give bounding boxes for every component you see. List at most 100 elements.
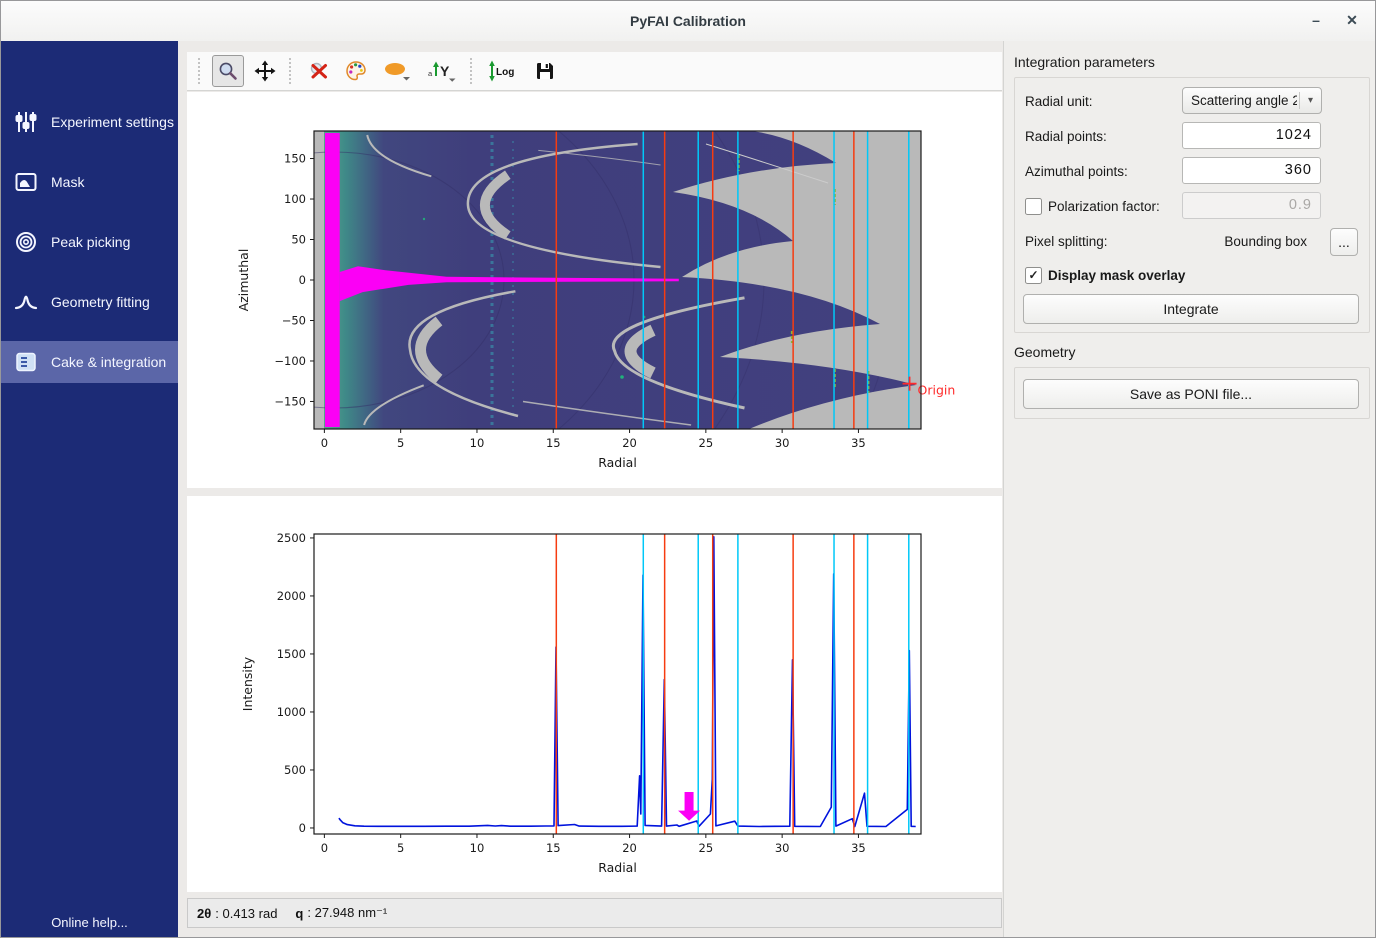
sidebar-item-experiment-settings[interactable]: Experiment settings (1, 101, 178, 143)
svg-text:50: 50 (291, 233, 306, 247)
svg-text:1500: 1500 (277, 647, 306, 661)
toolbar-handle (289, 58, 295, 84)
svg-text:2000: 2000 (277, 589, 306, 603)
svg-text:0: 0 (299, 821, 306, 835)
zoom-cancel-icon (308, 60, 330, 82)
palette-icon (345, 60, 367, 82)
svg-text:35: 35 (851, 841, 866, 855)
save-figure-button[interactable] (529, 55, 561, 87)
sidebar-item-mask[interactable]: Mask (1, 161, 178, 203)
svg-text:25: 25 (699, 841, 714, 855)
azimuthal-points-label: Azimuthal points: (1025, 164, 1128, 179)
online-help-link[interactable]: Online help... (1, 915, 178, 930)
radial-points-input[interactable]: 1024 (1182, 122, 1321, 149)
intensity-plot-canvas[interactable]: 0510152025303505001000150020002500Radial… (187, 496, 1002, 892)
concentric-rings-icon (14, 230, 38, 254)
center-panel: a Y Log (178, 41, 1003, 937)
svg-text:Radial: Radial (598, 455, 637, 470)
sidebar: Experiment settings Mask Peak picking (1, 41, 178, 937)
svg-text:0: 0 (321, 436, 328, 450)
plot-toolbar: a Y Log (187, 52, 1002, 91)
svg-text:Y: Y (440, 63, 450, 79)
svg-text:−150: −150 (274, 394, 306, 408)
svg-text:30: 30 (775, 436, 790, 450)
y-axis-icon: a Y (427, 59, 457, 83)
integration-groupbox: Radial unit: Scattering angle 2θ ▾ Radia… (1014, 77, 1370, 333)
colormap-button[interactable] (340, 55, 372, 87)
pan-tool-button[interactable] (249, 55, 281, 87)
polarization-input[interactable]: 0.9 (1182, 192, 1321, 219)
peak-curve-icon (14, 290, 38, 314)
right-panel: Integration parameters Radial unit: Scat… (1003, 41, 1375, 937)
sidebar-item-peak-picking[interactable]: Peak picking (1, 221, 178, 263)
pixel-splitting-value: Bounding box (1224, 234, 1307, 249)
polarization-label: Polarization factor: (1048, 199, 1160, 214)
svg-text:1000: 1000 (277, 705, 306, 719)
cake-plot-canvas[interactable]: Origin05101520253035150100500−50−100−150… (187, 92, 1002, 488)
ellipse-icon (382, 59, 412, 83)
sidebar-item-geometry-fitting[interactable]: Geometry fitting (1, 281, 178, 323)
save-poni-button[interactable]: Save as PONI file... (1023, 379, 1359, 409)
svg-text:a: a (428, 69, 433, 78)
svg-text:Intensity: Intensity (240, 656, 255, 711)
geometry-section-title: Geometry (1014, 344, 1075, 360)
two-theta-label: 2θ (197, 906, 211, 921)
azimuthal-points-input[interactable]: 360 (1182, 157, 1321, 184)
log-arrow-icon: Log (487, 59, 521, 83)
pyfai-window: PyFAI Calibration – ✕ Experiment setting… (0, 0, 1376, 938)
integrate-button[interactable]: Integrate (1023, 294, 1359, 324)
two-theta-value: : 0.413 rad (215, 906, 277, 921)
radial-unit-value: Scattering angle 2θ (1183, 93, 1297, 108)
svg-text:10: 10 (470, 841, 485, 855)
minimize-button[interactable]: – (1301, 1, 1331, 39)
svg-text:5: 5 (397, 436, 404, 450)
sidebar-item-label: Geometry fitting (51, 294, 150, 310)
zoom-cancel-button[interactable] (303, 55, 335, 87)
mask-overlay-label: Display mask overlay (1048, 268, 1185, 283)
sidebar-item-label: Experiment settings (51, 114, 174, 130)
status-bar: 2θ : 0.413 rad q : 27.948 nm⁻¹ (187, 898, 1002, 928)
beamstop-mask-strip (325, 133, 340, 427)
window-title: PyFAI Calibration (1, 1, 1375, 41)
magnifier-icon (217, 60, 239, 82)
sidebar-item-label: Cake & integration (51, 354, 166, 370)
polarization-checkbox[interactable] (1025, 198, 1042, 215)
svg-text:30: 30 (775, 841, 790, 855)
svg-text:0: 0 (321, 841, 328, 855)
toolbar-handle (198, 58, 204, 84)
q-value: : 27.948 nm⁻¹ (307, 905, 387, 921)
svg-text:35: 35 (851, 436, 866, 450)
svg-text:5: 5 (397, 841, 404, 855)
svg-text:0: 0 (299, 273, 306, 287)
svg-text:15: 15 (546, 841, 561, 855)
sidebar-item-label: Peak picking (51, 234, 130, 250)
toolbar-handle (470, 58, 476, 84)
close-button[interactable]: ✕ (1337, 1, 1367, 39)
mask-overlay-checkbox[interactable]: ✓ (1025, 267, 1042, 284)
svg-text:−50: −50 (282, 313, 306, 327)
radial-points-label: Radial points: (1025, 129, 1107, 144)
sidebar-item-label: Mask (51, 174, 84, 190)
pan-arrows-icon (254, 60, 276, 82)
zoom-tool-button[interactable] (212, 55, 244, 87)
log-scale-button[interactable]: Log (484, 55, 524, 87)
sidebar-item-cake-integration[interactable]: Cake & integration (1, 341, 178, 383)
pixel-splitting-more-button[interactable]: ... (1330, 228, 1358, 256)
cake-figure: Origin05101520253035150100500−50−100−150… (187, 92, 1002, 488)
mask-shape-button[interactable] (377, 55, 417, 87)
sliders-icon (14, 110, 38, 134)
save-icon (534, 60, 556, 82)
radial-unit-dropdown[interactable]: Scattering angle 2θ ▾ (1182, 87, 1322, 114)
svg-text:15: 15 (546, 436, 561, 450)
svg-text:25: 25 (699, 436, 714, 450)
y-axis-scale-button[interactable]: a Y (422, 55, 462, 87)
svg-text:Radial: Radial (598, 860, 637, 875)
radial-unit-label: Radial unit: (1025, 94, 1093, 109)
svg-text:Log: Log (496, 67, 514, 78)
integration-section-title: Integration parameters (1014, 54, 1155, 70)
geometry-groupbox: Save as PONI file... (1014, 367, 1370, 419)
integration-figure: 0510152025303505001000150020002500Radial… (187, 496, 1002, 892)
svg-text:150: 150 (284, 152, 306, 166)
chevron-down-icon: ▾ (1300, 95, 1321, 106)
titlebar: PyFAI Calibration – ✕ (1, 1, 1375, 42)
